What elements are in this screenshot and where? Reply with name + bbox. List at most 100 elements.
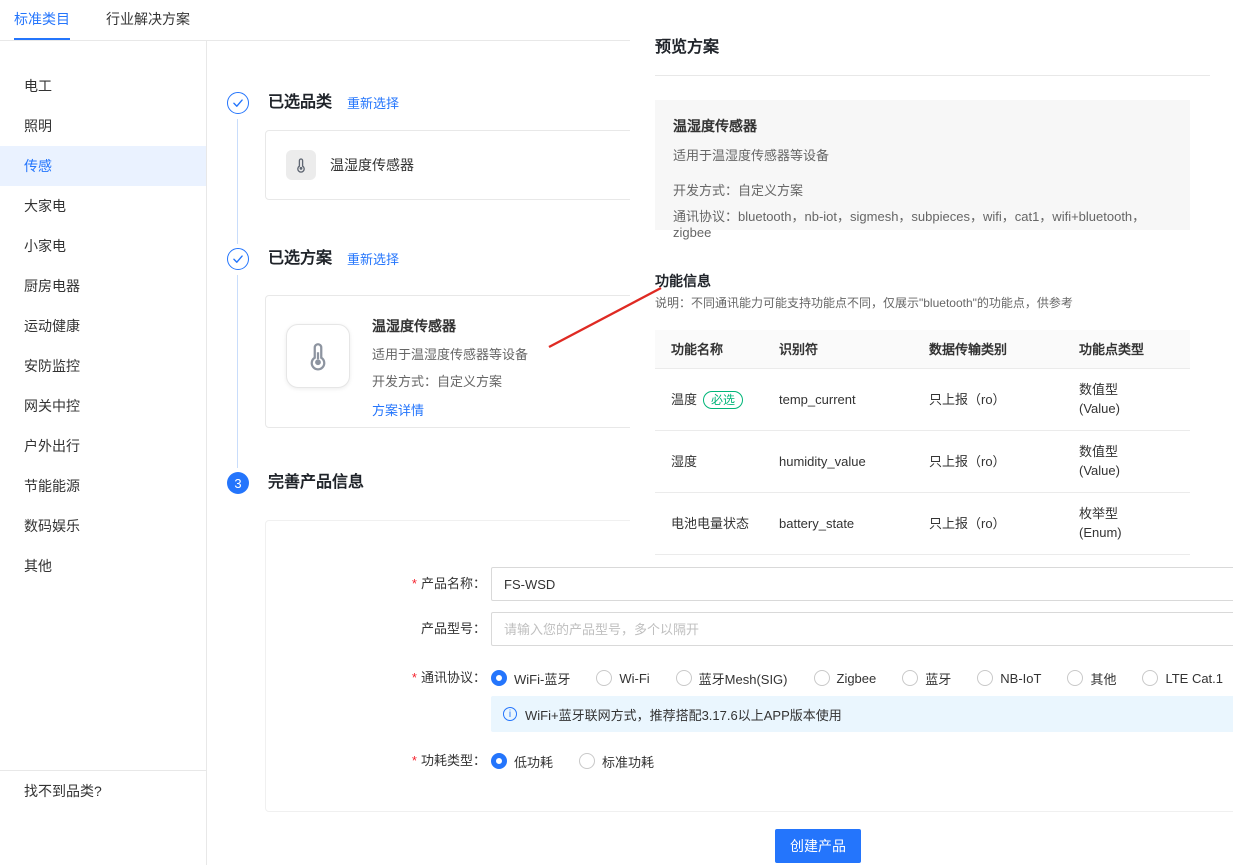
scheme-summary-box: 温湿度传感器 适用于温湿度传感器等设备 开发方式：自定义方案 通讯协议：blue… — [655, 100, 1190, 230]
sidebar-item-electrical[interactable]: 电工 — [0, 66, 206, 106]
feature-transfer: 只上报（ro） — [913, 368, 1063, 430]
step-connector — [237, 275, 238, 468]
step2-reselect-link[interactable]: 重新选择 — [347, 252, 399, 268]
radio-lte-cat1[interactable]: LTE Cat.1 — [1142, 670, 1223, 686]
protocol-radio-group: WiFi-蓝牙 Wi-Fi 蓝牙Mesh(SIG) Zigbee 蓝牙 NB-I… — [491, 660, 1223, 696]
sidebar-item-security-monitoring[interactable]: 安防监控 — [0, 346, 206, 386]
table-row: 电池电量状态 battery_state 只上报（ro） 枚举型(Enum) — [655, 492, 1190, 554]
summary-desc: 适用于温湿度传感器等设备 — [673, 145, 1172, 164]
scheme-details-link[interactable]: 方案详情 — [372, 400, 424, 419]
feature-name: 电池电量状态 — [671, 516, 749, 531]
feature-type: 枚举型 — [1079, 504, 1190, 523]
sidebar-item-outdoor-travel[interactable]: 户外出行 — [0, 426, 206, 466]
radio-zigbee[interactable]: Zigbee — [814, 670, 877, 686]
table-row: 温度必选 temp_current 只上报（ro） 数值型(Value) — [655, 368, 1190, 430]
feature-id: temp_current — [763, 368, 913, 430]
feature-transfer: 只上报（ro） — [913, 430, 1063, 492]
step1-reselect-link[interactable]: 重新选择 — [347, 96, 399, 112]
tab-industry-solutions[interactable]: 行业解决方案 — [106, 0, 190, 40]
step1-title: 已选品类 — [268, 92, 332, 114]
radio-label: WiFi-蓝牙 — [514, 669, 570, 688]
required-badge: 必选 — [703, 391, 743, 409]
feature-id: humidity_value — [763, 430, 913, 492]
step2-check-icon — [227, 248, 249, 270]
radio-dot-icon — [814, 670, 830, 686]
product-name-label: 产品名称： — [266, 566, 486, 602]
features-table-header-row: 功能名称 识别符 数据传输类别 功能点类型 — [655, 330, 1190, 368]
thermometer-icon — [286, 150, 316, 180]
radio-dot-icon — [676, 670, 692, 686]
col-identifier: 识别符 — [763, 330, 913, 368]
protocol-label: 通讯协议： — [266, 660, 486, 696]
scheme-dev-mode: 开发方式：自定义方案 — [372, 371, 528, 390]
feature-name: 温度 — [671, 392, 697, 407]
sidebar-item-others[interactable]: 其他 — [0, 546, 206, 586]
radio-wifi[interactable]: Wi-Fi — [596, 670, 649, 686]
radio-nb-iot[interactable]: NB-IoT — [977, 670, 1041, 686]
product-model-label: 产品型号： — [266, 611, 486, 647]
feature-id: battery_state — [763, 492, 913, 554]
radio-dot-icon — [1142, 670, 1158, 686]
radio-label: 低功耗 — [514, 752, 553, 771]
radio-label: 标准功耗 — [602, 752, 654, 771]
preview-panel: 预览方案 温湿度传感器 适用于温湿度传感器等设备 开发方式：自定义方案 通讯协议… — [630, 0, 1233, 558]
product-name-input[interactable] — [491, 567, 1233, 601]
sidebar-item-sensor[interactable]: 传感 — [0, 146, 206, 186]
radio-label: 蓝牙Mesh(SIG) — [699, 669, 788, 688]
sidebar-cant-find-category-link[interactable]: 找不到品类? — [0, 770, 206, 811]
sidebar-item-large-appliance[interactable]: 大家电 — [0, 186, 206, 226]
step1-check-icon — [227, 92, 249, 114]
radio-bluetooth[interactable]: 蓝牙 — [902, 669, 951, 688]
protocol-hint-banner: WiFi+蓝牙联网方式，推荐搭配3.17.6以上APP版本使用 — [491, 696, 1233, 732]
feature-type-en: (Value) — [1079, 461, 1190, 480]
radio-label: Wi-Fi — [619, 671, 649, 686]
product-info-form: 产品名称： 产品型号： 通讯协议： WiFi-蓝牙 Wi-Fi 蓝牙Mesh(S… — [265, 520, 1233, 812]
features-note: 说明：不同通讯能力可能支持功能点不同，仅展示"bluetooth"的功能点，供参… — [655, 294, 1073, 311]
step2-title: 已选方案 — [268, 248, 332, 270]
scheme-name: 温湿度传感器 — [372, 316, 528, 336]
radio-label: 其他 — [1090, 669, 1116, 688]
product-model-input[interactable] — [491, 612, 1233, 646]
feature-type: 数值型 — [1079, 380, 1190, 399]
table-row: 湿度 humidity_value 只上报（ro） 数值型(Value) — [655, 430, 1190, 492]
preview-title: 预览方案 — [655, 33, 719, 57]
feature-transfer: 只上报（ro） — [913, 492, 1063, 554]
radio-dot-icon — [1067, 670, 1083, 686]
scheme-desc: 适用于温湿度传感器等设备 — [372, 344, 528, 363]
sidebar-item-small-appliance[interactable]: 小家电 — [0, 226, 206, 266]
protocol-hint-text: WiFi+蓝牙联网方式，推荐搭配3.17.6以上APP版本使用 — [525, 705, 842, 724]
sidebar-item-lighting[interactable]: 照明 — [0, 106, 206, 146]
feature-type-en: (Enum) — [1079, 523, 1190, 542]
radio-label: NB-IoT — [1000, 671, 1041, 686]
radio-dot-icon — [902, 670, 918, 686]
radio-label: Zigbee — [837, 671, 877, 686]
info-icon — [503, 707, 517, 721]
sidebar-item-gateway-control[interactable]: 网关中控 — [0, 386, 206, 426]
radio-dot-icon — [596, 670, 612, 686]
radio-low-power[interactable]: 低功耗 — [491, 752, 553, 771]
radio-other[interactable]: 其他 — [1067, 669, 1116, 688]
sidebar-item-energy-saving[interactable]: 节能能源 — [0, 466, 206, 506]
radio-label: LTE Cat.1 — [1165, 671, 1223, 686]
step3-title: 完善产品信息 — [268, 472, 364, 494]
radio-dot-icon — [491, 670, 507, 686]
radio-ble-mesh-sig[interactable]: 蓝牙Mesh(SIG) — [676, 669, 788, 688]
sidebar-item-digital-entertainment[interactable]: 数码娱乐 — [0, 506, 206, 546]
sidebar-item-kitchen-appliance[interactable]: 厨房电器 — [0, 266, 206, 306]
radio-standard-power[interactable]: 标准功耗 — [579, 752, 654, 771]
feature-type-en: (Value) — [1079, 399, 1190, 418]
tab-standard-category[interactable]: 标准类目 — [14, 0, 70, 40]
radio-wifi-ble[interactable]: WiFi-蓝牙 — [491, 669, 570, 688]
scheme-card-text: 温湿度传感器 适用于温湿度传感器等设备 开发方式：自定义方案 方案详情 — [372, 316, 528, 407]
radio-label: 蓝牙 — [925, 669, 951, 688]
summary-dev-mode: 开发方式：自定义方案 — [673, 180, 1172, 199]
sidebar-item-sports-health[interactable]: 运动健康 — [0, 306, 206, 346]
selected-category-name: 温湿度传感器 — [330, 155, 414, 175]
thermometer-icon — [286, 324, 350, 388]
feature-name: 湿度 — [671, 454, 697, 469]
preview-divider — [655, 75, 1210, 76]
create-product-button[interactable]: 创建产品 — [775, 829, 861, 863]
col-dp-type: 功能点类型 — [1063, 330, 1190, 368]
step-connector — [237, 119, 238, 244]
col-feature-name: 功能名称 — [655, 330, 763, 368]
